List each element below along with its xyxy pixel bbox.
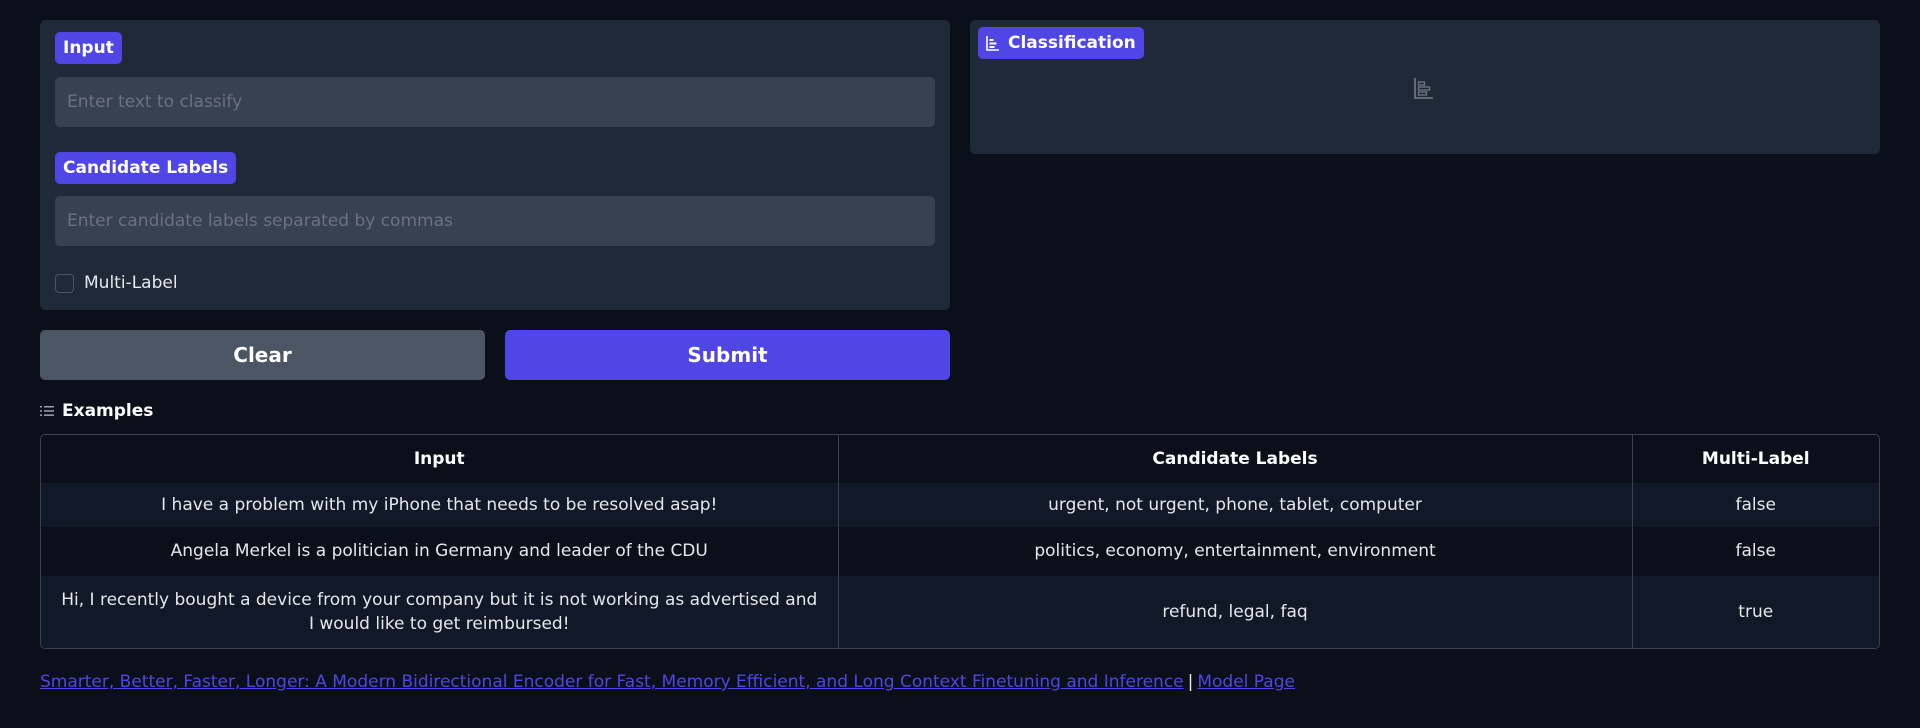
table-cell[interactable]: false — [1631, 527, 1879, 576]
model-page-link[interactable]: Model Page — [1197, 672, 1295, 692]
classification-label-badge: Classification — [978, 27, 1144, 59]
examples-heading-label: Examples — [62, 401, 154, 421]
table-cell[interactable]: Angela Merkel is a politician in Germany… — [41, 527, 838, 576]
input-panel: Input Candidate Labels Multi-Label — [40, 20, 950, 310]
candidate-labels-badge: Candidate Labels — [55, 152, 237, 184]
table-row[interactable]: Hi, I recently bought a device from your… — [41, 575, 1879, 648]
table-row[interactable]: Angela Merkel is a politician in Germany… — [41, 527, 1879, 576]
table-cell[interactable]: Hi, I recently bought a device from your… — [41, 575, 838, 648]
submit-button-label[interactable]: Submit — [687, 343, 767, 367]
footer-separator: | — [1187, 672, 1194, 692]
examples-table: Input Candidate Labels Multi-Label I hav… — [40, 434, 1880, 649]
input-label: Input — [63, 38, 114, 58]
table-cell[interactable]: politics, economy, entertainment, enviro… — [837, 527, 1632, 576]
examples-heading: Examples — [40, 401, 153, 421]
candidate-labels-field[interactable] — [55, 196, 935, 246]
bar-chart-icon — [986, 36, 999, 51]
table-cell[interactable]: I have a problem with my iPhone that nee… — [41, 483, 838, 528]
multi-label-row[interactable]: Multi-Label — [55, 273, 178, 293]
table-cell[interactable]: false — [1631, 483, 1879, 528]
footer: Smarter, Better, Faster, Longer: A Moder… — [40, 672, 1295, 692]
multi-label-label[interactable]: Multi-Label — [84, 273, 178, 293]
multi-label-checkbox[interactable] — [55, 273, 74, 293]
classification-label: Classification — [1008, 33, 1136, 53]
table-cell[interactable]: urgent, not urgent, phone, tablet, compu… — [837, 483, 1632, 528]
clear-button-label[interactable]: Clear — [233, 343, 291, 367]
table-cell[interactable]: refund, legal, faq — [837, 575, 1632, 648]
paper-link[interactable]: Smarter, Better, Faster, Longer: A Moder… — [40, 672, 1184, 692]
clear-button[interactable]: Clear — [40, 330, 485, 380]
table-header-row: Input Candidate Labels Multi-Label — [41, 435, 1879, 483]
column-header: Input — [41, 435, 838, 483]
submit-button[interactable]: Submit — [505, 330, 950, 380]
input-text-field[interactable] — [55, 77, 935, 127]
list-icon — [40, 406, 54, 416]
table-row[interactable]: I have a problem with my iPhone that nee… — [41, 483, 1879, 528]
candidate-labels-label: Candidate Labels — [63, 158, 229, 178]
column-header: Candidate Labels — [837, 435, 1632, 483]
input-label-badge: Input — [55, 32, 122, 64]
column-header: Multi-Label — [1631, 435, 1879, 483]
table-cell[interactable]: true — [1631, 575, 1879, 648]
empty-output-chart-icon — [1414, 78, 1433, 99]
